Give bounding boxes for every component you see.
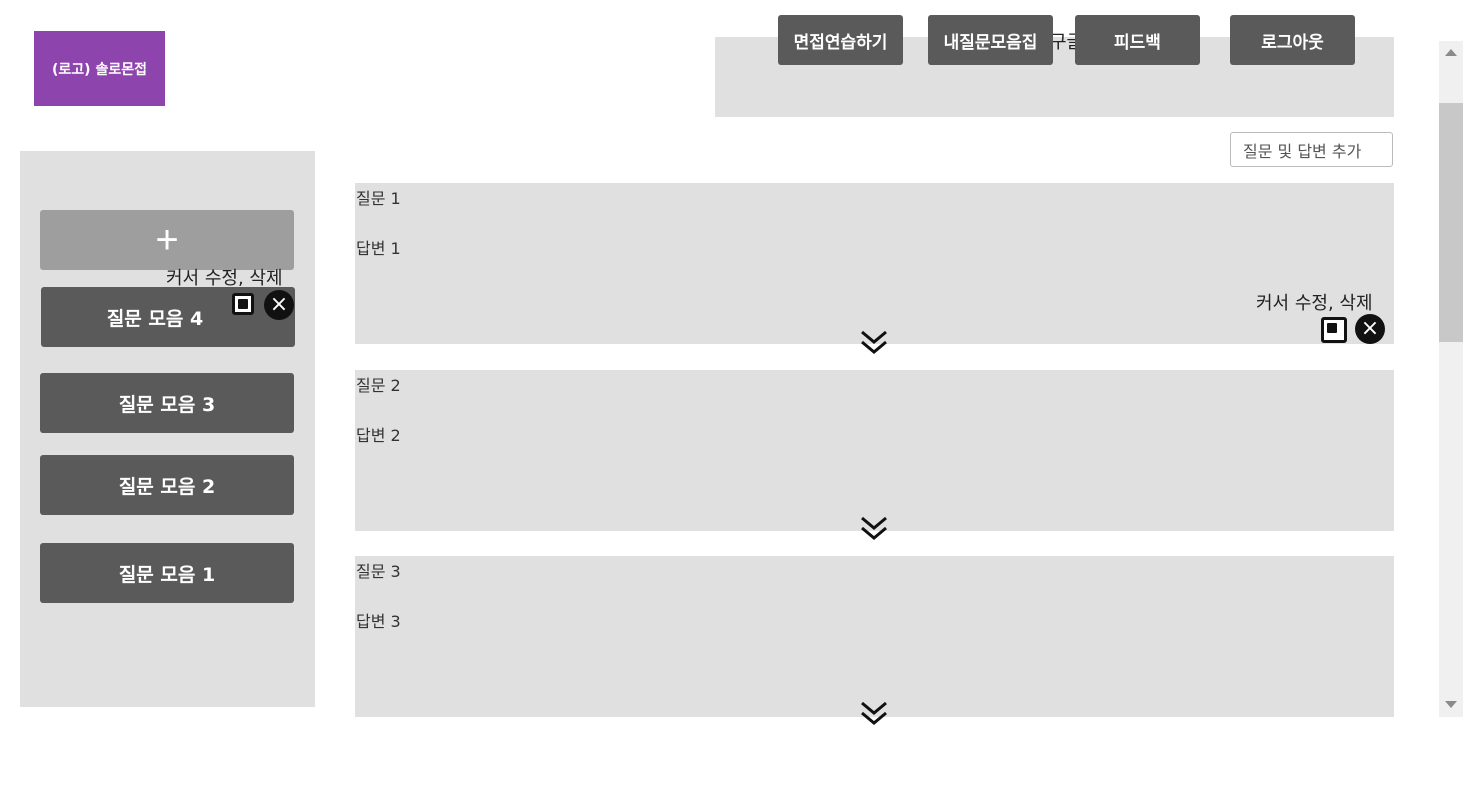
question-text: 질문 2 (356, 376, 401, 395)
double-chevron-down-icon[interactable] (859, 514, 889, 544)
logo[interactable]: (로고) 솔로몬접 (34, 31, 165, 106)
question-set-3[interactable]: 질문 모음 3 (40, 373, 294, 433)
edit-icon[interactable] (232, 293, 254, 315)
plus-icon: + (155, 218, 179, 262)
question-set-label: 질문 모음 1 (118, 563, 216, 586)
card-cursor-note: 커서 수정, 삭제 (1256, 293, 1373, 314)
question-text: 질문 3 (356, 562, 401, 581)
sidebar-cursor-note: 커서 수정, 삭제 (166, 268, 283, 289)
answer-text: 답변 3 (356, 612, 401, 631)
logout-button[interactable]: 로그아웃 (1230, 15, 1355, 65)
scroll-up-arrow-icon[interactable] (1445, 49, 1457, 56)
question-set-label: 질문 모음 2 (118, 475, 216, 498)
my-questions-button[interactable]: 내질문모음집 (928, 15, 1053, 65)
qa-card[interactable]: 질문 2 답변 2 (355, 370, 1394, 531)
answer-text: 답변 2 (356, 426, 401, 445)
add-question-set-button[interactable]: + (40, 210, 294, 270)
question-text: 질문 1 (356, 189, 401, 208)
scroll-down-arrow-icon[interactable] (1445, 701, 1457, 708)
edit-icon[interactable] (1321, 317, 1347, 343)
add-question-answer-button[interactable]: 질문 및 답변 추가 (1230, 132, 1393, 167)
interview-practice-button[interactable]: 면접연습하기 (778, 15, 903, 65)
double-chevron-down-icon[interactable] (859, 699, 889, 729)
delete-icon[interactable]: × (1355, 314, 1385, 344)
qa-card[interactable]: 질문 3 답변 3 (355, 556, 1394, 717)
question-set-label: 질문 모음 3 (118, 393, 216, 416)
feedback-button[interactable]: 피드백 (1075, 15, 1200, 65)
question-set-label: 질문 모음 4 (106, 307, 204, 330)
question-set-4[interactable]: 질문 모음 4 (41, 287, 295, 347)
answer-text: 답변 1 (356, 239, 401, 258)
double-chevron-down-icon[interactable] (859, 328, 889, 358)
scrollbar[interactable] (1439, 41, 1463, 717)
qa-card[interactable]: 질문 1 답변 1 (355, 183, 1394, 344)
question-set-2[interactable]: 질문 모음 2 (40, 455, 294, 515)
scrollbar-thumb[interactable] (1439, 103, 1463, 342)
delete-icon[interactable]: × (264, 290, 294, 320)
question-set-1[interactable]: 질문 모음 1 (40, 543, 294, 603)
